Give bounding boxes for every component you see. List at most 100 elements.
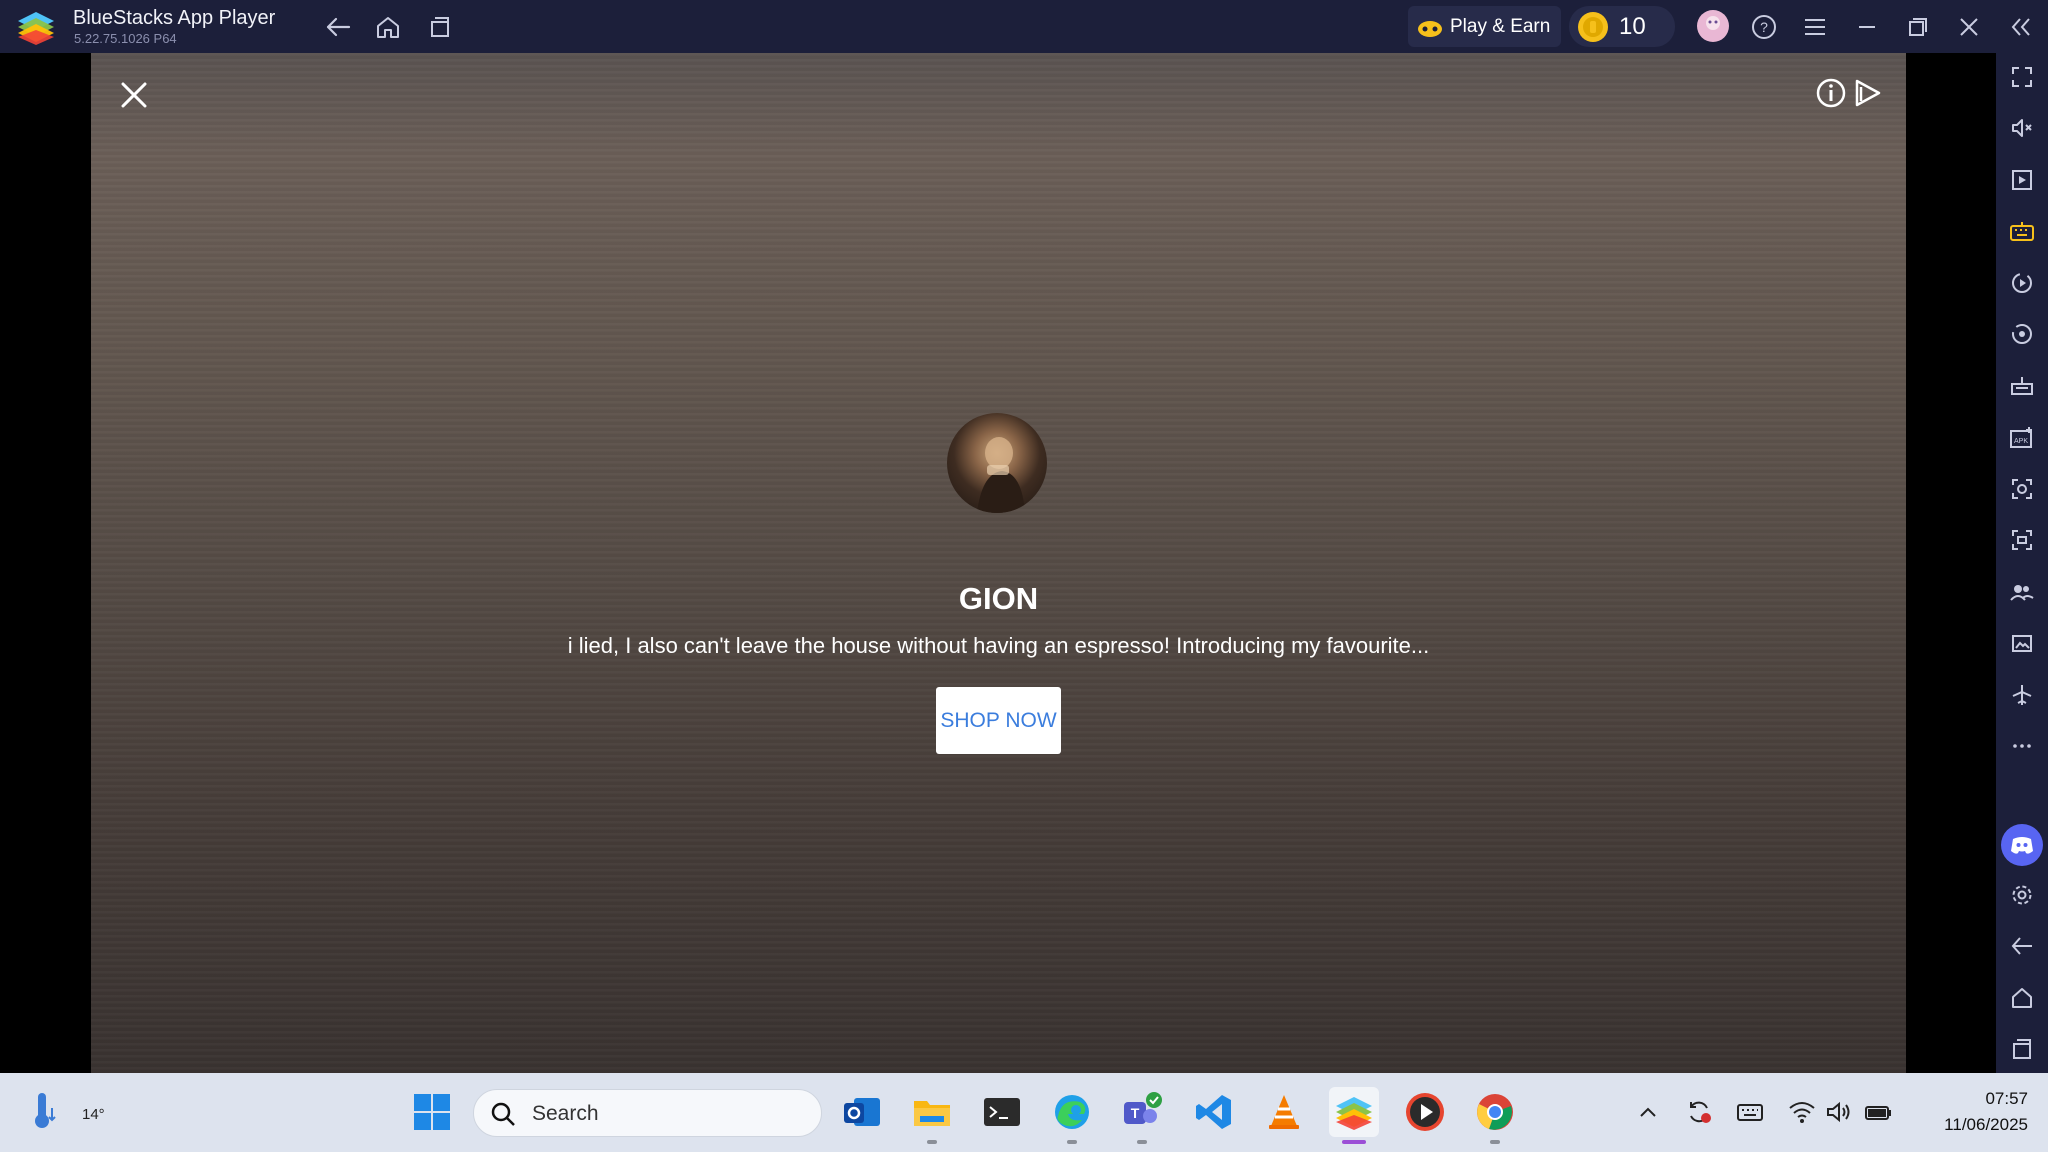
start-button[interactable] bbox=[407, 1087, 457, 1137]
tray-wifi[interactable] bbox=[1786, 1096, 1818, 1128]
keyboard-icon bbox=[2010, 222, 2034, 241]
media-manager-button[interactable] bbox=[2005, 163, 2039, 197]
home-button[interactable] bbox=[371, 10, 405, 44]
taskbar-vlc[interactable] bbox=[1259, 1087, 1309, 1137]
keyboard-controls-button[interactable] bbox=[2005, 214, 2039, 248]
tray-keyboard[interactable] bbox=[1734, 1096, 1766, 1128]
taskbar-file-explorer[interactable] bbox=[907, 1087, 957, 1144]
discord-icon bbox=[2011, 837, 2033, 854]
help-button[interactable]: ? bbox=[1747, 10, 1781, 44]
settings-icon bbox=[2012, 885, 2032, 905]
weather-widget[interactable]: 14° bbox=[30, 1090, 105, 1134]
search-icon bbox=[491, 1102, 515, 1126]
taskbar-vscode[interactable] bbox=[1189, 1087, 1239, 1137]
arrow-left-icon bbox=[326, 17, 351, 37]
running-indicator bbox=[927, 1140, 937, 1144]
brand-photo bbox=[977, 437, 1025, 513]
taskbar-search[interactable]: Search bbox=[473, 1089, 822, 1137]
taskbar-outlook[interactable] bbox=[837, 1087, 887, 1137]
macro-button[interactable] bbox=[2005, 266, 2039, 300]
coins-button[interactable]: 10 bbox=[1569, 6, 1675, 47]
taskbar-edge[interactable] bbox=[1047, 1087, 1097, 1144]
gamepad-icon bbox=[1418, 20, 1442, 37]
record-icon bbox=[2012, 530, 2032, 550]
adchoices-icon[interactable] bbox=[1849, 75, 1885, 111]
collapse-sidebar-button[interactable] bbox=[2004, 10, 2038, 44]
speaker-icon bbox=[1827, 1101, 1850, 1123]
more-button[interactable] bbox=[2005, 729, 2039, 763]
close-icon bbox=[1960, 18, 1978, 36]
letterbox-right bbox=[1906, 53, 1996, 1073]
tray-volume[interactable] bbox=[1823, 1096, 1855, 1128]
taskbar-chrome[interactable] bbox=[1470, 1087, 1520, 1144]
weather-temperature: 14° bbox=[82, 1106, 105, 1123]
tray-sync-status[interactable] bbox=[1683, 1096, 1715, 1128]
clock-time[interactable]: 07:57 bbox=[1918, 1089, 2028, 1109]
terminal-icon bbox=[984, 1098, 1020, 1126]
coin-icon bbox=[1578, 11, 1608, 42]
info-icon[interactable] bbox=[1813, 75, 1849, 111]
svg-text:?: ? bbox=[1760, 19, 1768, 35]
back-icon bbox=[2011, 937, 2032, 955]
volume-mute-icon bbox=[2012, 119, 2032, 137]
recents-button[interactable] bbox=[423, 10, 457, 44]
android-recents-button[interactable] bbox=[2005, 1032, 2039, 1066]
android-back-button[interactable] bbox=[2005, 929, 2039, 963]
ad-tagline: i lied, I also can't leave the house wit… bbox=[567, 633, 1430, 658]
windows-taskbar: 14° Search T 07:57 11/06/2025 bbox=[0, 1073, 2048, 1152]
wifi-icon bbox=[1789, 1102, 1815, 1123]
recents-icon bbox=[2013, 1039, 2031, 1059]
multi-instance-button[interactable] bbox=[2005, 575, 2039, 609]
fullscreen-icon bbox=[2012, 67, 2032, 87]
shop-now-button[interactable]: SHOP NOW bbox=[936, 687, 1061, 754]
windows-logo-icon bbox=[414, 1094, 450, 1130]
taskbar-media-player[interactable] bbox=[1400, 1087, 1450, 1137]
taskbar-bluestacks[interactable] bbox=[1329, 1087, 1379, 1144]
avatar-icon bbox=[1697, 10, 1729, 42]
macro-icon bbox=[2012, 273, 2032, 293]
home-icon bbox=[2012, 988, 2032, 1008]
brand-avatar bbox=[947, 413, 1047, 513]
tray-overflow-button[interactable] bbox=[1632, 1096, 1664, 1128]
edge-icon bbox=[1055, 1095, 1089, 1129]
taskbar-terminal[interactable] bbox=[977, 1087, 1027, 1137]
play-earn-button[interactable]: Play & Earn bbox=[1408, 6, 1561, 47]
restore-button[interactable] bbox=[1901, 10, 1935, 44]
eco-mode-button[interactable] bbox=[2005, 369, 2039, 403]
fullscreen-button[interactable] bbox=[2005, 60, 2039, 94]
close-icon bbox=[121, 82, 147, 108]
double-chevron-left-icon bbox=[2011, 18, 2030, 36]
letterbox-left bbox=[0, 53, 91, 1073]
media-folder-icon bbox=[2012, 635, 2032, 652]
battery-charging-icon bbox=[1865, 1106, 1891, 1120]
android-home-button[interactable] bbox=[2005, 981, 2039, 1015]
discord-button[interactable] bbox=[2001, 824, 2043, 866]
settings-button[interactable] bbox=[2005, 878, 2039, 912]
vscode-icon bbox=[1196, 1095, 1231, 1129]
running-indicator bbox=[1137, 1140, 1147, 1144]
clock-date[interactable]: 11/06/2025 bbox=[1908, 1115, 2028, 1135]
ad-screen: GION i lied, I also can't leave the hous… bbox=[91, 53, 1906, 1073]
airplane-mode-button[interactable] bbox=[2005, 678, 2039, 712]
airplane-icon bbox=[2012, 685, 2032, 705]
volume-button[interactable] bbox=[2005, 111, 2039, 145]
profile-avatar[interactable] bbox=[1696, 9, 1730, 43]
minimize-button[interactable] bbox=[1850, 10, 1884, 44]
eco-mode-icon bbox=[2011, 377, 2033, 395]
ad-close-button[interactable] bbox=[114, 75, 154, 115]
install-apk-button[interactable]: APK bbox=[2005, 420, 2039, 454]
back-button[interactable] bbox=[321, 10, 355, 44]
play-earn-label: Play & Earn bbox=[1450, 15, 1551, 37]
menu-button[interactable] bbox=[1798, 10, 1832, 44]
outlook-icon bbox=[844, 1098, 880, 1126]
close-window-button[interactable] bbox=[1952, 10, 1986, 44]
media-folder-button[interactable] bbox=[2005, 626, 2039, 660]
chrome-icon bbox=[1477, 1094, 1513, 1130]
media-icon bbox=[2012, 170, 2032, 190]
help-icon: ? bbox=[1752, 15, 1776, 39]
sync-button[interactable] bbox=[2005, 317, 2039, 351]
record-button[interactable] bbox=[2005, 523, 2039, 557]
taskbar-teams[interactable]: T bbox=[1117, 1087, 1167, 1144]
screenshot-button[interactable] bbox=[2005, 472, 2039, 506]
tray-battery[interactable] bbox=[1862, 1096, 1894, 1128]
